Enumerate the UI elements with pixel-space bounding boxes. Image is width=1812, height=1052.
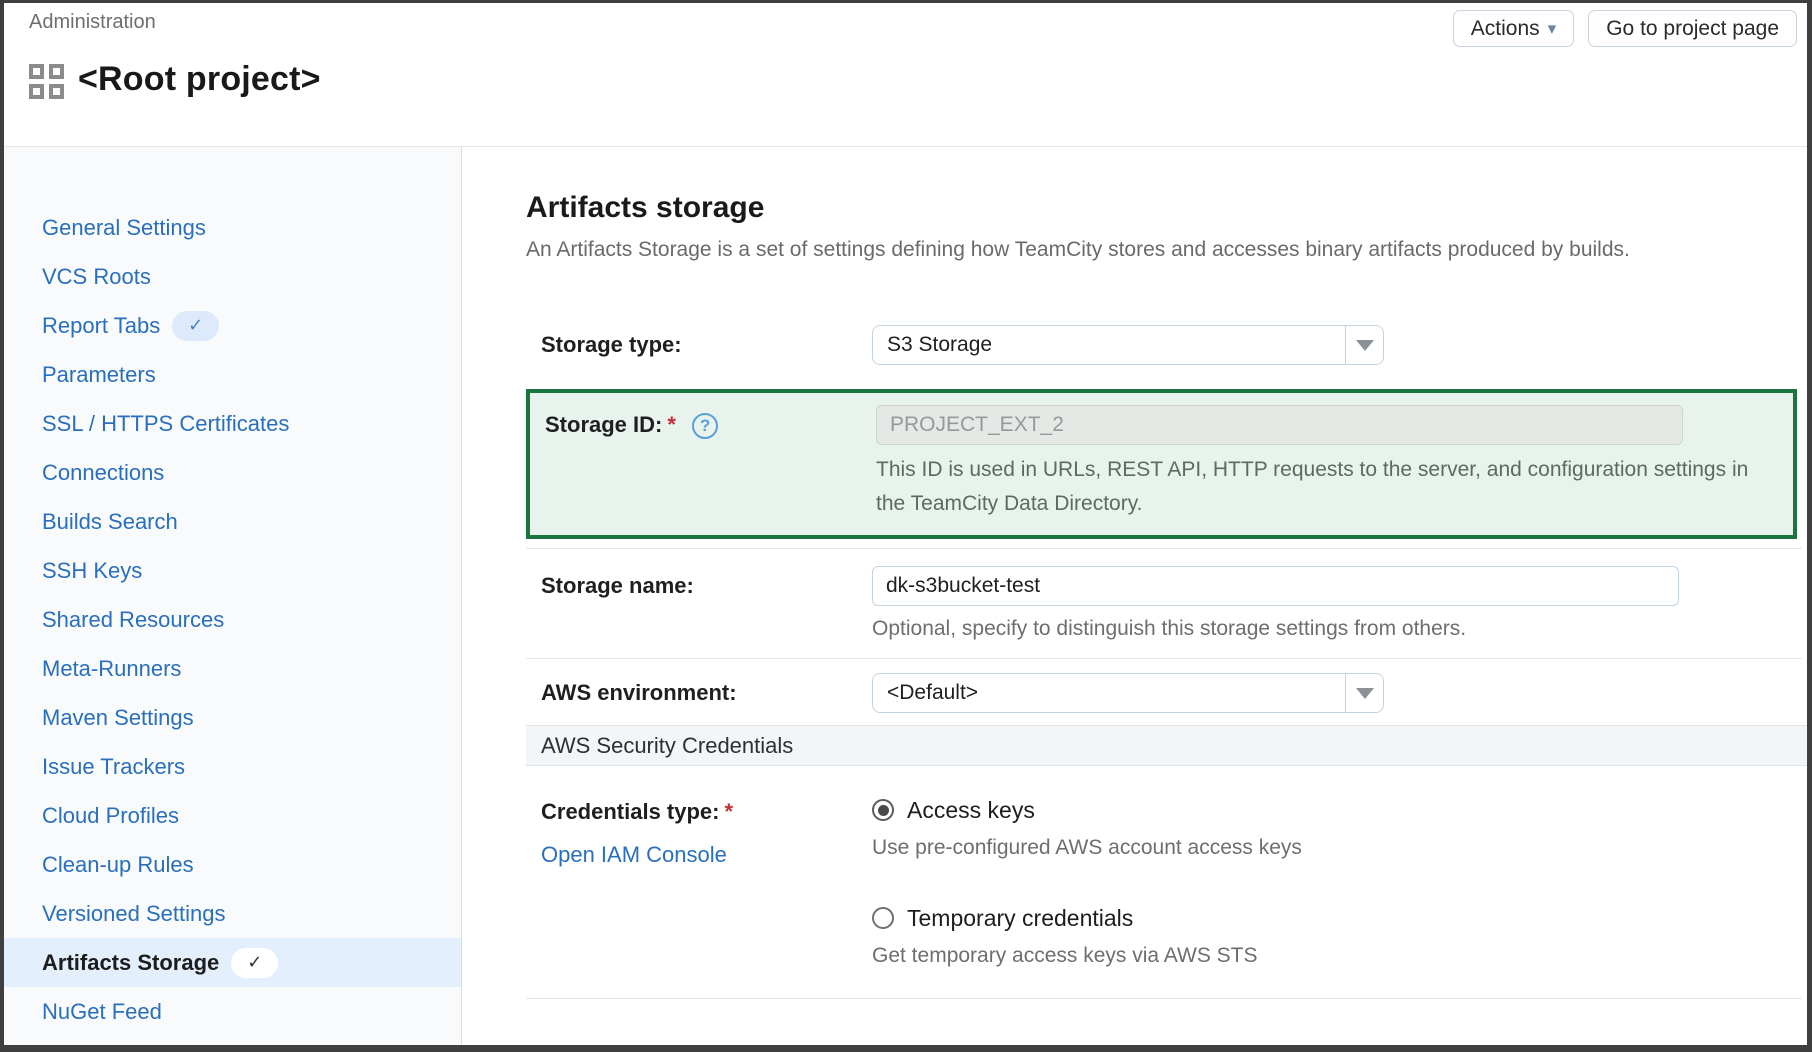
storage-type-row: Storage type: S3 Storage: [526, 325, 1807, 365]
page-description: An Artifacts Storage is a set of setting…: [526, 235, 1807, 265]
aws-environment-label: AWS environment:: [526, 673, 872, 713]
help-icon[interactable]: ?: [692, 413, 718, 439]
sidebar-item-report-tabs[interactable]: Report Tabs ✓: [4, 301, 461, 350]
sidebar-item-versioned-settings[interactable]: Versioned Settings: [4, 889, 461, 938]
divider: [526, 548, 1802, 549]
sidebar-item-general-settings[interactable]: General Settings: [4, 203, 461, 252]
storage-id-label: Storage ID:* ?: [545, 405, 876, 445]
access-keys-radio-option[interactable]: Access keys: [872, 792, 1807, 828]
sidebar-item-cloud-profiles[interactable]: Cloud Profiles: [4, 791, 461, 840]
actions-button-label: Actions: [1471, 17, 1540, 41]
dropdown-arrow-icon[interactable]: [1345, 674, 1383, 712]
sidebar-item-builds-search[interactable]: Builds Search: [4, 497, 461, 546]
project-title-row: <Root project>: [29, 60, 321, 99]
storage-name-label: Storage name:: [526, 566, 872, 606]
breadcrumb-administration[interactable]: Administration: [29, 11, 156, 34]
sidebar-item-ssh-keys[interactable]: SSH Keys: [4, 546, 461, 595]
storage-id-row: Storage ID:* ? This ID is used in URLs, …: [545, 405, 1781, 521]
temporary-credentials-radio-option[interactable]: Temporary credentials: [872, 900, 1807, 936]
storage-id-highlight-box: Storage ID:* ? This ID is used in URLs, …: [526, 389, 1797, 539]
access-keys-hint: Use pre-configured AWS account access ke…: [872, 834, 1807, 862]
sidebar-item-ssl-https-certificates[interactable]: SSL / HTTPS Certificates: [4, 399, 461, 448]
sidebar-item-vcs-roots[interactable]: VCS Roots: [4, 252, 461, 301]
check-badge-icon: ✓: [231, 948, 278, 978]
actions-button[interactable]: Actions ▾: [1453, 10, 1574, 47]
storage-name-row: Storage name: Optional, specify to disti…: [526, 566, 1807, 643]
sidebar-item-nuget-feed[interactable]: NuGet Feed: [4, 987, 461, 1036]
access-keys-label: Access keys: [907, 792, 1035, 828]
storage-id-field-cell: This ID is used in URLs, REST API, HTTP …: [876, 405, 1781, 521]
storage-type-select[interactable]: S3 Storage: [872, 325, 1384, 365]
storage-name-hint: Optional, specify to distinguish this st…: [872, 615, 1807, 643]
sidebar-item-maven-settings[interactable]: Maven Settings: [4, 693, 461, 742]
storage-type-value: S3 Storage: [873, 326, 1345, 364]
sidebar-item-issue-trackers[interactable]: Issue Trackers: [4, 742, 461, 791]
aws-security-credentials-section-header: AWS Security Credentials: [526, 725, 1807, 766]
sidebar-item-meta-runners[interactable]: Meta-Runners: [4, 644, 461, 693]
divider: [526, 998, 1802, 999]
sidebar-item-clean-up-rules[interactable]: Clean-up Rules: [4, 840, 461, 889]
artifacts-storage-panel: Artifacts storage An Artifacts Storage i…: [462, 147, 1807, 1045]
divider: [526, 658, 1802, 659]
storage-id-hint: This ID is used in URLs, REST API, HTTP …: [876, 453, 1781, 521]
storage-name-input[interactable]: [872, 566, 1679, 606]
project-grid-icon: [29, 64, 64, 99]
required-asterisk: *: [725, 799, 734, 824]
sidebar-item-parameters[interactable]: Parameters: [4, 350, 461, 399]
required-asterisk: *: [667, 412, 676, 437]
header-buttons: Actions ▾ Go to project page: [1453, 10, 1797, 47]
aws-environment-select[interactable]: <Default>: [872, 673, 1384, 713]
aws-environment-value: <Default>: [873, 674, 1345, 712]
storage-type-label: Storage type:: [526, 325, 872, 365]
credentials-type-label: Credentials type:*: [526, 792, 872, 832]
check-badge-icon: ✓: [172, 311, 219, 341]
radio-selected-icon[interactable]: [872, 799, 894, 821]
open-iam-console-link[interactable]: Open IAM Console: [526, 842, 872, 868]
sidebar-item-artifacts-storage[interactable]: Artifacts Storage ✓: [4, 938, 461, 987]
radio-unselected-icon[interactable]: [872, 907, 894, 929]
go-to-project-page-button[interactable]: Go to project page: [1588, 10, 1797, 47]
settings-sidebar: General Settings VCS Roots Report Tabs ✓…: [4, 147, 462, 1045]
teamcity-admin-window: Administration Actions ▾ Go to project p…: [0, 0, 1812, 1052]
sidebar-item-connections[interactable]: Connections: [4, 448, 461, 497]
page-title: Artifacts storage: [526, 187, 1807, 229]
credentials-type-row: Credentials type:* Open IAM Console Acce…: [526, 792, 1807, 970]
sidebar-item-shared-resources[interactable]: Shared Resources: [4, 595, 461, 644]
temporary-credentials-hint: Get temporary access keys via AWS STS: [872, 942, 1807, 970]
project-title: <Root project>: [78, 60, 321, 99]
aws-environment-row: AWS environment: <Default>: [526, 673, 1807, 713]
credentials-options-cell: Access keys Use pre-configured AWS accou…: [872, 792, 1807, 970]
storage-name-field-cell: Optional, specify to distinguish this st…: [872, 566, 1807, 643]
dropdown-arrow-icon[interactable]: [1345, 326, 1383, 364]
caret-down-icon: ▾: [1548, 20, 1557, 37]
storage-id-input[interactable]: [876, 405, 1683, 445]
page-header: Administration Actions ▾ Go to project p…: [4, 3, 1807, 147]
temporary-credentials-label: Temporary credentials: [907, 900, 1133, 936]
go-to-project-page-label: Go to project page: [1606, 17, 1779, 41]
credentials-label-cell: Credentials type:* Open IAM Console: [526, 792, 872, 868]
